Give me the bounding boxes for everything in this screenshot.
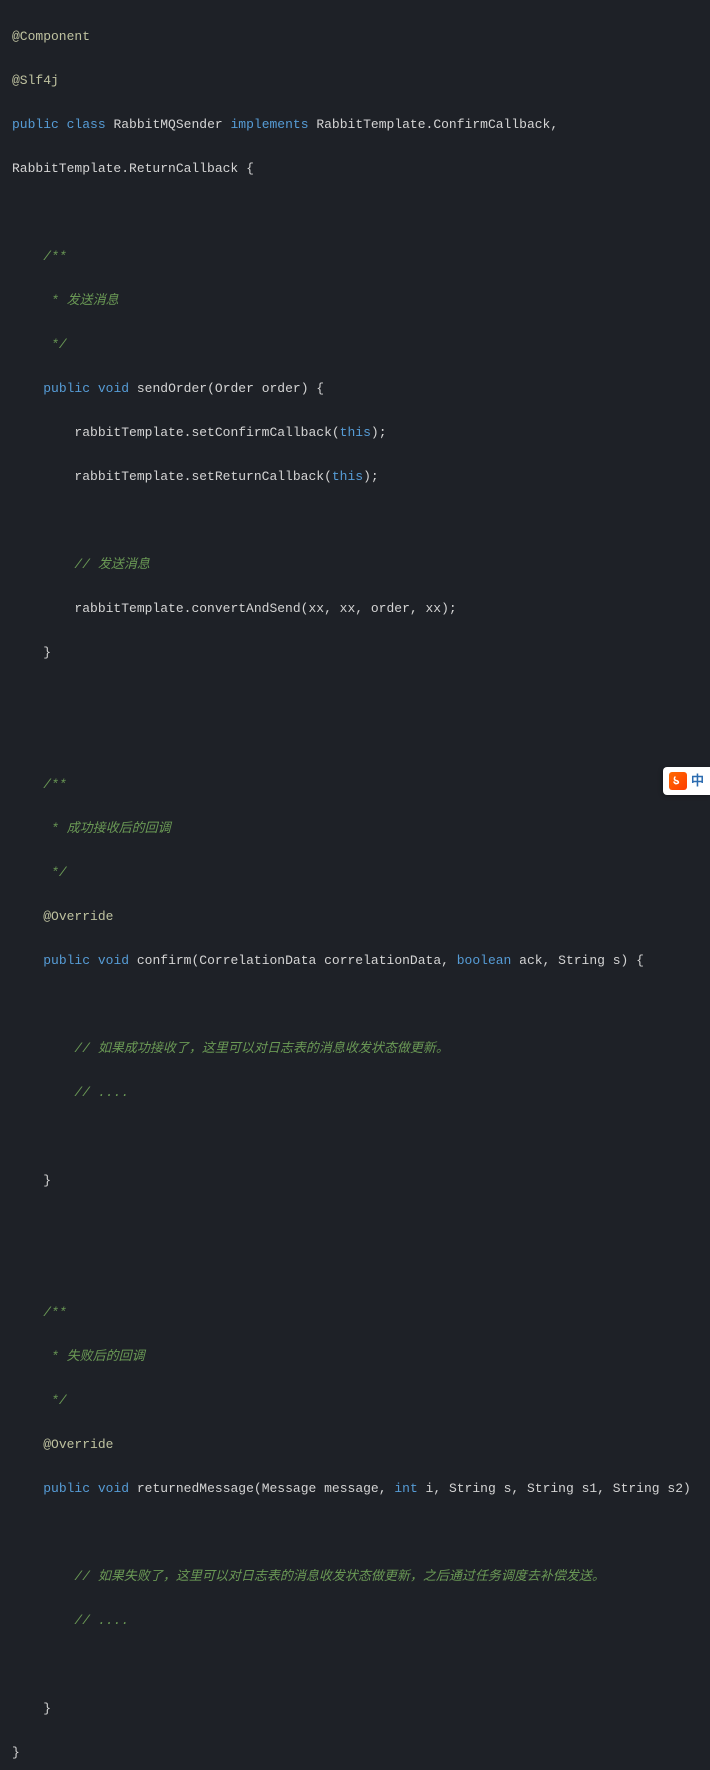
code-line: rabbitTemplate.convertAndSend(xx, xx, or… bbox=[12, 598, 710, 620]
params: (Order order) { bbox=[207, 381, 324, 396]
blank-line bbox=[12, 1214, 710, 1236]
method-name: returnedMessage bbox=[137, 1481, 254, 1496]
line-comment: // .... bbox=[74, 1613, 129, 1628]
keyword-void: void bbox=[98, 1481, 129, 1496]
method-call: rabbitTemplate.setReturnCallback( bbox=[74, 469, 331, 484]
keyword-public: public bbox=[43, 381, 90, 396]
blank-line bbox=[12, 1522, 710, 1544]
code-line: */ bbox=[12, 1390, 710, 1412]
code-line: * 失败后的回调 bbox=[12, 1346, 710, 1368]
doc-open: /** bbox=[43, 1305, 66, 1320]
code-line: public void sendOrder(Order order) { bbox=[12, 378, 710, 400]
ime-floating-badge[interactable]: 中 bbox=[663, 767, 710, 795]
blank-line bbox=[12, 730, 710, 752]
doc-comment: * 发送消息 bbox=[43, 293, 118, 308]
annotation: @Override bbox=[43, 909, 113, 924]
doc-comment: * 失败后的回调 bbox=[43, 1349, 144, 1364]
code-line: /** bbox=[12, 1302, 710, 1324]
code-line: rabbitTemplate.setConfirmCallback(this); bbox=[12, 422, 710, 444]
method-name: sendOrder bbox=[137, 381, 207, 396]
code-editor[interactable]: @Component @Slf4j public class RabbitMQS… bbox=[0, 0, 710, 1770]
brace-close: } bbox=[43, 1173, 51, 1188]
keyword-this: this bbox=[340, 425, 371, 440]
code-line: @Component bbox=[12, 26, 710, 48]
comma: , bbox=[550, 117, 558, 132]
params: i, String s, String s1, String s2) bbox=[418, 1481, 691, 1496]
code-line: } bbox=[12, 1170, 710, 1192]
code-line: /** bbox=[12, 246, 710, 268]
close-paren: ); bbox=[371, 425, 387, 440]
interface-name: RabbitTemplate.ReturnCallback bbox=[12, 161, 238, 176]
method-call: rabbitTemplate.setConfirmCallback( bbox=[74, 425, 339, 440]
line-comment: // 发送消息 bbox=[74, 557, 149, 572]
interface-name: RabbitTemplate.ConfirmCallback bbox=[316, 117, 550, 132]
keyword-this: this bbox=[332, 469, 363, 484]
keyword-public: public bbox=[43, 1481, 90, 1496]
params: (CorrelationData correlationData, bbox=[191, 953, 456, 968]
line-comment: // 如果失败了，这里可以对日志表的消息收发状态做更新，之后通过任务调度去补偿发… bbox=[74, 1569, 604, 1584]
keyword-class: class bbox=[67, 117, 106, 132]
keyword-public: public bbox=[43, 953, 90, 968]
blank-line bbox=[12, 510, 710, 532]
code-line: @Override bbox=[12, 1434, 710, 1456]
method-call: rabbitTemplate.convertAndSend(xx, xx, or… bbox=[74, 601, 456, 616]
doc-open: /** bbox=[43, 777, 66, 792]
code-line: // .... bbox=[12, 1610, 710, 1632]
code-line: * 成功接收后的回调 bbox=[12, 818, 710, 840]
keyword-boolean: boolean bbox=[457, 953, 512, 968]
brace-close: } bbox=[43, 645, 51, 660]
method-name: confirm bbox=[137, 953, 192, 968]
doc-open: /** bbox=[43, 249, 66, 264]
code-line: @Override bbox=[12, 906, 710, 928]
code-line: } bbox=[12, 1742, 710, 1764]
brace-close: } bbox=[43, 1701, 51, 1716]
keyword-void: void bbox=[98, 953, 129, 968]
code-line: public void confirm(CorrelationData corr… bbox=[12, 950, 710, 972]
code-line: // 如果成功接收了，这里可以对日志表的消息收发状态做更新。 bbox=[12, 1038, 710, 1060]
code-line: } bbox=[12, 642, 710, 664]
params: (Message message, bbox=[254, 1481, 394, 1496]
sogou-ime-icon bbox=[669, 772, 687, 790]
code-line: /** bbox=[12, 774, 710, 796]
close-paren: ); bbox=[363, 469, 379, 484]
doc-close: */ bbox=[43, 1393, 66, 1408]
doc-close: */ bbox=[43, 337, 66, 352]
annotation: @Component bbox=[12, 29, 90, 44]
blank-line bbox=[12, 994, 710, 1016]
line-comment: // 如果成功接收了，这里可以对日志表的消息收发状态做更新。 bbox=[74, 1041, 448, 1056]
keyword-int: int bbox=[394, 1481, 417, 1496]
code-line: rabbitTemplate.setReturnCallback(this); bbox=[12, 466, 710, 488]
doc-close: */ bbox=[43, 865, 66, 880]
brace-open: { bbox=[246, 161, 254, 176]
ime-mode-label: 中 bbox=[691, 770, 704, 792]
keyword-public: public bbox=[12, 117, 59, 132]
blank-line bbox=[12, 202, 710, 224]
keyword-implements: implements bbox=[230, 117, 308, 132]
code-line: public void returnedMessage(Message mess… bbox=[12, 1478, 710, 1500]
blank-line bbox=[12, 686, 710, 708]
code-line: RabbitTemplate.ReturnCallback { bbox=[12, 158, 710, 180]
doc-comment: * 成功接收后的回调 bbox=[43, 821, 170, 836]
code-line: // 发送消息 bbox=[12, 554, 710, 576]
blank-line bbox=[12, 1126, 710, 1148]
params: ack, String s) { bbox=[511, 953, 644, 968]
code-line: */ bbox=[12, 334, 710, 356]
blank-line bbox=[12, 1654, 710, 1676]
annotation: @Override bbox=[43, 1437, 113, 1452]
code-line: * 发送消息 bbox=[12, 290, 710, 312]
class-name: RabbitMQSender bbox=[113, 117, 222, 132]
keyword-void: void bbox=[98, 381, 129, 396]
blank-line bbox=[12, 1258, 710, 1280]
brace-close: } bbox=[12, 1745, 20, 1760]
code-line: // 如果失败了，这里可以对日志表的消息收发状态做更新，之后通过任务调度去补偿发… bbox=[12, 1566, 710, 1588]
code-line: } bbox=[12, 1698, 710, 1720]
annotation: @Slf4j bbox=[12, 73, 59, 88]
code-line: public class RabbitMQSender implements R… bbox=[12, 114, 710, 136]
code-line: // .... bbox=[12, 1082, 710, 1104]
line-comment: // .... bbox=[74, 1085, 129, 1100]
code-line: @Slf4j bbox=[12, 70, 710, 92]
code-line: */ bbox=[12, 862, 710, 884]
